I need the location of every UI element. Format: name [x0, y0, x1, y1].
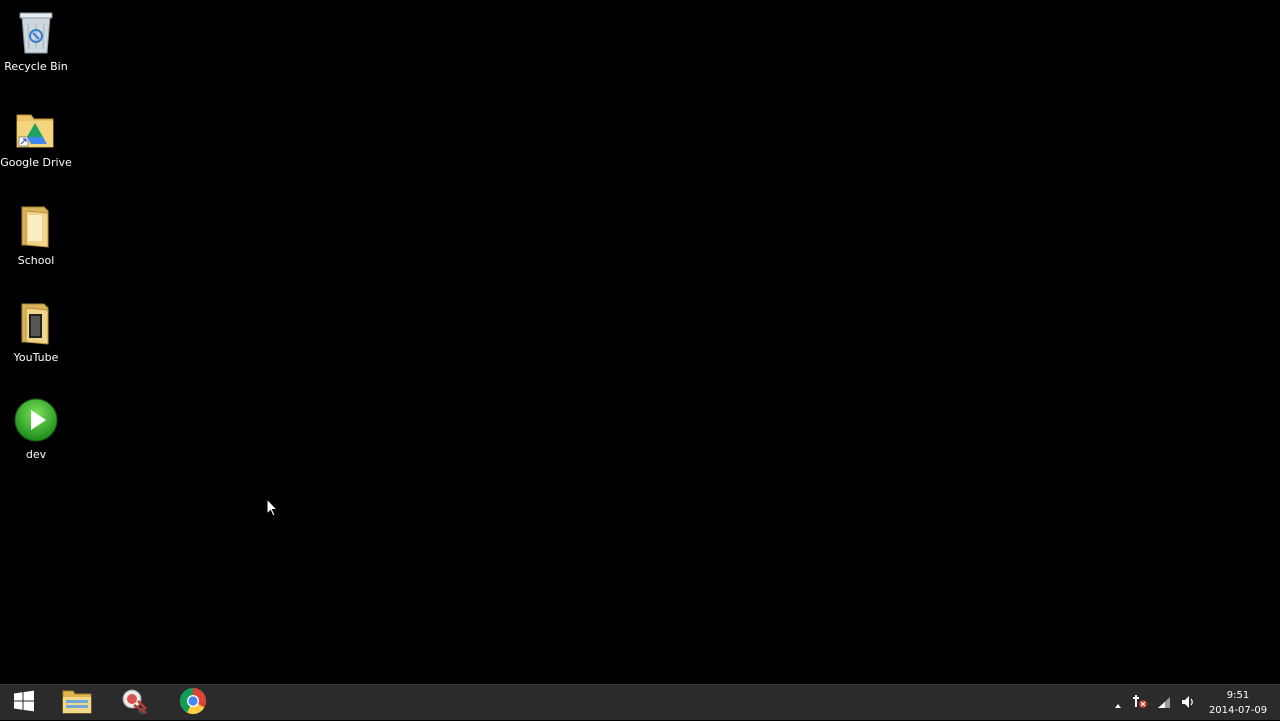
windows-logo-icon	[13, 690, 35, 716]
taskbar-snipping-tool[interactable]	[112, 685, 158, 721]
start-button[interactable]	[0, 685, 48, 721]
volume-icon	[1181, 694, 1195, 713]
desktop-icon-google-drive[interactable]: Google Drive	[0, 104, 72, 184]
clock-date: 2014-07-09	[1208, 705, 1268, 716]
desktop-icon-label: Google Drive	[0, 156, 72, 169]
desktop-icon-label: Recycle Bin	[4, 60, 68, 73]
folder-icon	[12, 202, 60, 250]
tray-wifi[interactable]	[1154, 685, 1174, 721]
desktop-icon-dev[interactable]: dev	[0, 396, 72, 476]
snipping-tool-icon	[120, 687, 150, 719]
file-explorer-icon	[61, 687, 93, 719]
show-hidden-icons-button[interactable]	[1110, 685, 1126, 721]
desktop[interactable]: Recycle Bin Google Drive School YouTube …	[0, 0, 1280, 684]
desktop-icon-youtube-folder[interactable]: YouTube	[0, 299, 72, 379]
folder-icon	[12, 299, 60, 347]
recycle-bin-icon	[12, 8, 60, 56]
desktop-icon-label: YouTube	[13, 351, 59, 364]
tray-network-status[interactable]	[1130, 685, 1150, 721]
mouse-pointer-icon	[266, 497, 279, 517]
green-play-icon	[12, 396, 60, 444]
network-error-icon	[1132, 693, 1148, 713]
desktop-icon-label: dev	[25, 448, 47, 461]
wifi-signal-icon	[1156, 694, 1172, 713]
chrome-icon	[179, 687, 207, 719]
tray-volume[interactable]	[1178, 685, 1198, 721]
taskbar-clock[interactable]: 9:51 2014-07-09	[1204, 688, 1272, 720]
chevron-up-icon	[1114, 694, 1122, 713]
taskbar: 9:51 2014-07-09	[0, 684, 1280, 720]
google-drive-folder-icon	[12, 104, 60, 152]
desktop-icon-recycle-bin[interactable]: Recycle Bin	[0, 8, 72, 88]
desktop-icon-label: School	[17, 254, 55, 267]
taskbar-chrome[interactable]	[170, 685, 216, 721]
clock-time: 9:51	[1226, 690, 1250, 701]
taskbar-file-explorer[interactable]	[54, 685, 100, 721]
desktop-icon-school-folder[interactable]: School	[0, 202, 72, 282]
